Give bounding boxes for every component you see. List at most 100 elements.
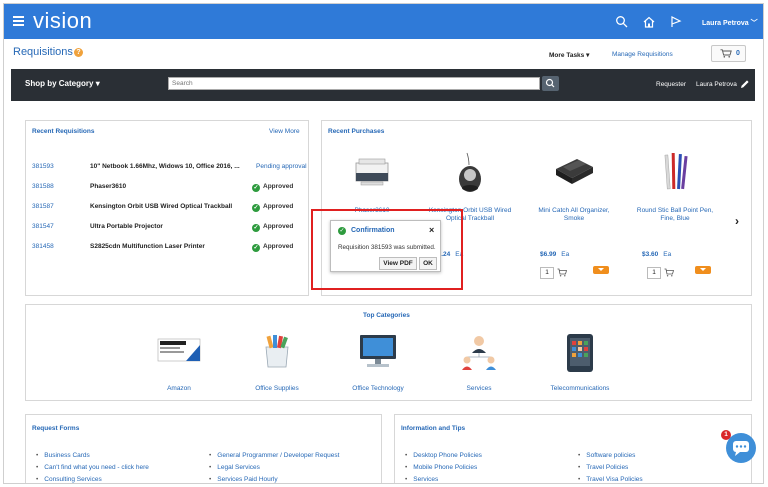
requisition-row[interactable]: 381587 Kensington Orbit USB Wired Optica… — [32, 203, 302, 215]
list-item[interactable]: Business Cards — [36, 452, 149, 464]
amazon-icon — [157, 338, 201, 362]
category-office-supplies[interactable]: Office Supplies — [232, 319, 322, 399]
shop-by-category-label: Shop by Category — [25, 79, 94, 88]
list-item[interactable]: Consulting Services — [36, 476, 149, 483]
list-item[interactable]: Software policies — [578, 452, 643, 464]
top-categories-title: Top Categories — [363, 312, 410, 319]
confirmation-title: Confirmation — [351, 227, 395, 234]
requisition-row[interactable]: 381458 S2825cdn Multifunction Laser Prin… — [32, 243, 302, 255]
brand-logo[interactable]: vision — [33, 8, 92, 34]
search-button[interactable] — [542, 76, 559, 91]
recent-requisitions-title: Recent Requisitions — [32, 128, 95, 135]
list-item[interactable]: Mobile Phone Policies — [405, 464, 482, 476]
trackball-image[interactable] — [447, 151, 493, 195]
computer-icon — [360, 335, 396, 367]
top-banner: vision Laura Petrova ﹀ — [4, 4, 763, 39]
carousel-next-icon[interactable]: › — [735, 214, 739, 228]
category-label[interactable]: Services — [434, 385, 524, 392]
requisition-number[interactable]: 381588 — [32, 183, 54, 190]
list-item[interactable]: General Programmer / Developer Request — [209, 452, 339, 464]
organizer-image[interactable] — [551, 151, 597, 195]
more-options-dropdown[interactable] — [695, 266, 711, 274]
view-more-link[interactable]: View More — [269, 128, 300, 135]
edit-pencil-icon[interactable] — [740, 79, 750, 89]
shop-bar: Shop by Category ▾ Requester Laura Petro… — [11, 69, 755, 101]
requisition-number[interactable]: 381587 — [32, 203, 54, 210]
phone-icon — [567, 334, 593, 372]
requisition-number[interactable]: 381458 — [32, 243, 54, 250]
requisition-description: 10" Netbook 1.66Mhz, Widows 10, Office 2… — [90, 163, 240, 170]
status-text: Approved — [263, 183, 294, 190]
app-window: vision Laura Petrova ﹀ Requisitions ? Mo… — [3, 3, 764, 484]
requisition-description: S2825cdn Multifunction Laser Printer — [90, 243, 205, 250]
category-label[interactable]: Office Supplies — [232, 385, 322, 392]
recent-requisitions-panel: Recent Requisitions View More 381593 10"… — [25, 120, 309, 296]
check-icon: ✓ — [252, 244, 260, 252]
search-input[interactable] — [168, 77, 540, 90]
user-menu[interactable]: Laura Petrova ﹀ — [702, 18, 758, 28]
requester-name[interactable]: Laura Petrova — [696, 81, 737, 88]
category-telecommunications[interactable]: Telecommunications — [535, 319, 625, 399]
requisition-row[interactable]: 381593 10" Netbook 1.66Mhz, Widows 10, O… — [32, 163, 307, 175]
requisition-row[interactable]: 381588 Phaser3610 ✓ Approved — [32, 183, 302, 195]
confirmation-dialog: ✓ Confirmation × Requisition 381593 was … — [330, 220, 441, 272]
list-item[interactable]: Travel Policies — [578, 464, 643, 476]
list-item[interactable]: Services Paid Hourly — [209, 476, 339, 483]
requester-label: Requester — [656, 81, 686, 88]
list-item[interactable]: Services — [405, 476, 482, 483]
requisition-row[interactable]: 381547 Ultra Portable Projector ✓ Approve… — [32, 223, 302, 235]
close-icon[interactable]: × — [429, 225, 434, 235]
product-name[interactable]: Mini Catch All Organizer, Smoke — [529, 207, 619, 223]
requisition-number[interactable]: 381593 — [32, 163, 54, 170]
list-item[interactable]: Can't find what you need - click here — [36, 464, 149, 476]
requisition-status: ✓ Approved — [252, 183, 293, 192]
more-tasks-label: More Tasks — [549, 52, 585, 59]
request-forms-title: Request Forms — [32, 425, 80, 432]
flag-icon[interactable] — [669, 15, 683, 29]
product-price: $6.99 Ea — [540, 251, 569, 258]
caret-down-icon: ▾ — [586, 52, 590, 59]
home-icon[interactable] — [642, 15, 656, 29]
category-label[interactable]: Telecommunications — [535, 385, 625, 392]
requisition-number[interactable]: 381547 — [32, 223, 54, 230]
quantity-input[interactable]: 1 — [540, 267, 554, 279]
user-name: Laura Petrova — [702, 20, 749, 27]
requisition-description: Kensington Orbit USB Wired Optical Track… — [90, 203, 233, 210]
list-item[interactable]: Desktop Phone Policies — [405, 452, 482, 464]
hamburger-menu-icon[interactable] — [13, 16, 24, 26]
requisition-status: ✓ Approved — [252, 223, 293, 232]
request-forms-list-2: General Programmer / Developer Request L… — [209, 452, 339, 483]
add-to-cart-icon[interactable] — [557, 268, 567, 277]
more-options-dropdown[interactable] — [593, 266, 609, 274]
people-icon — [462, 336, 496, 370]
chat-button[interactable] — [726, 433, 756, 463]
price-value: $6.99 — [540, 251, 557, 258]
category-label[interactable]: Amazon — [134, 385, 224, 392]
price-uom: Ea — [561, 251, 570, 258]
help-icon[interactable]: ? — [74, 48, 83, 57]
quantity-input[interactable]: 1 — [647, 267, 661, 279]
category-label[interactable]: Office Technology — [333, 385, 423, 392]
view-pdf-button[interactable]: View PDF — [379, 257, 417, 270]
shop-by-category-menu[interactable]: Shop by Category ▾ — [25, 79, 100, 88]
request-forms-panel: Request Forms Business Cards Can't find … — [25, 414, 382, 483]
list-item[interactable]: Travel Visa Policies — [578, 476, 642, 483]
product-name[interactable]: Round Stic Ball Point Pen, Fine, Blue — [630, 207, 720, 223]
search-icon[interactable] — [615, 15, 629, 29]
product-card[interactable]: Round Stic Ball Point Pen, Fine, Blue $3… — [630, 121, 720, 291]
category-services[interactable]: Services — [434, 319, 524, 399]
ok-button[interactable]: OK — [419, 257, 437, 270]
printer-image[interactable] — [349, 151, 395, 195]
manage-requisitions-link[interactable]: Manage Requisitions — [612, 51, 673, 58]
shopping-cart-button[interactable]: 0 — [711, 45, 746, 62]
chat-badge: 1 — [721, 430, 731, 440]
add-to-cart-icon[interactable] — [664, 268, 674, 277]
pens-image[interactable] — [652, 151, 698, 195]
requisition-status: ✓ Approved — [252, 203, 293, 212]
list-item[interactable]: Legal Services — [209, 464, 339, 476]
category-office-technology[interactable]: Office Technology — [333, 319, 423, 399]
more-tasks-menu[interactable]: More Tasks ▾ — [549, 51, 589, 59]
category-amazon[interactable]: Amazon — [134, 319, 224, 399]
status-text: Approved — [263, 203, 294, 210]
product-card[interactable]: Mini Catch All Organizer, Smoke $6.99 Ea … — [529, 121, 619, 291]
